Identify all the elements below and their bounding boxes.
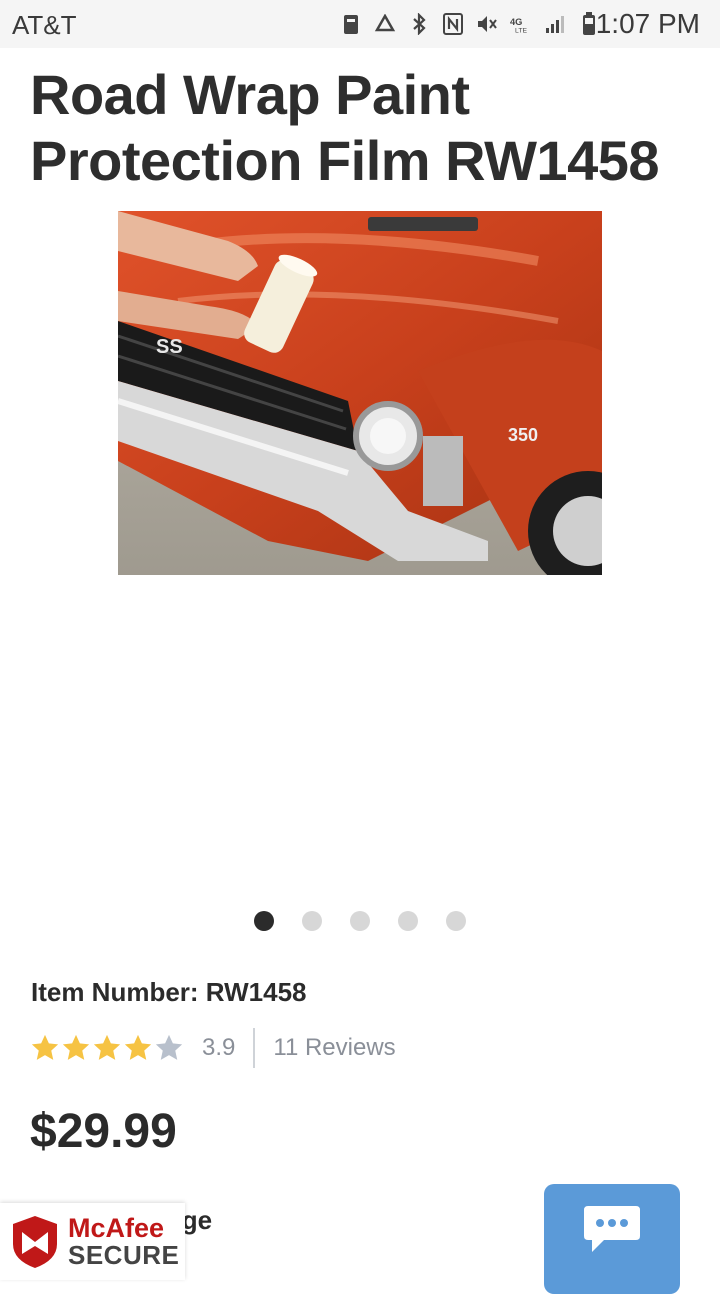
rating-row: 3.9 11 Reviews bbox=[30, 1028, 396, 1068]
4g-lte-icon: 4G LTE bbox=[510, 12, 532, 36]
carousel-dot[interactable] bbox=[446, 911, 466, 931]
mcafee-brand: McAfee bbox=[68, 1213, 165, 1243]
svg-text:LTE: LTE bbox=[515, 27, 527, 34]
carousel-dot[interactable] bbox=[398, 911, 418, 931]
status-icons: 4G LTE bbox=[340, 10, 600, 38]
star-icon bbox=[62, 1034, 90, 1060]
bluetooth-icon bbox=[408, 12, 430, 36]
chat-bubble-icon bbox=[584, 1206, 640, 1252]
carousel-dot[interactable] bbox=[302, 911, 322, 931]
recycle-icon bbox=[374, 12, 396, 36]
carousel-dots bbox=[254, 911, 466, 931]
svg-text:4G: 4G bbox=[510, 17, 522, 27]
chat-button[interactable] bbox=[544, 1184, 680, 1294]
nfc-icon bbox=[442, 12, 464, 36]
status-bar: AT&T 4G LTE 1:07 PM bbox=[0, 0, 720, 48]
clock: 1:07 PM bbox=[595, 8, 700, 39]
product-image[interactable]: SS 350 bbox=[118, 211, 602, 575]
star-icon bbox=[155, 1034, 183, 1060]
carousel-dot[interactable] bbox=[254, 911, 274, 931]
mcafee-secure-badge[interactable]: McAfee SECURE bbox=[0, 1203, 185, 1280]
mute-icon bbox=[476, 12, 498, 36]
star-icon bbox=[93, 1034, 121, 1060]
reviews-link[interactable]: 11 Reviews bbox=[273, 1034, 395, 1062]
item-number: Item Number: RW1458 bbox=[31, 977, 307, 1007]
star-icon bbox=[31, 1034, 59, 1060]
star-icon bbox=[124, 1034, 152, 1060]
mcafee-shield-icon bbox=[13, 1215, 57, 1268]
mcafee-secure-label: SECURE bbox=[68, 1240, 180, 1270]
carousel-dot[interactable] bbox=[350, 911, 370, 931]
signal-icon bbox=[544, 12, 566, 36]
fender-badge: 350 bbox=[508, 425, 538, 445]
rating-divider bbox=[253, 1028, 256, 1068]
storage-icon bbox=[340, 12, 362, 36]
product-title: Road Wrap Paint Protection Film RW1458 bbox=[30, 63, 660, 192]
star-rating bbox=[30, 1033, 184, 1063]
product-price: $29.99 bbox=[30, 1105, 177, 1158]
grille-badge: SS bbox=[156, 336, 183, 358]
carrier-label: AT&T bbox=[12, 10, 77, 40]
rating-value: 3.9 bbox=[202, 1034, 236, 1061]
